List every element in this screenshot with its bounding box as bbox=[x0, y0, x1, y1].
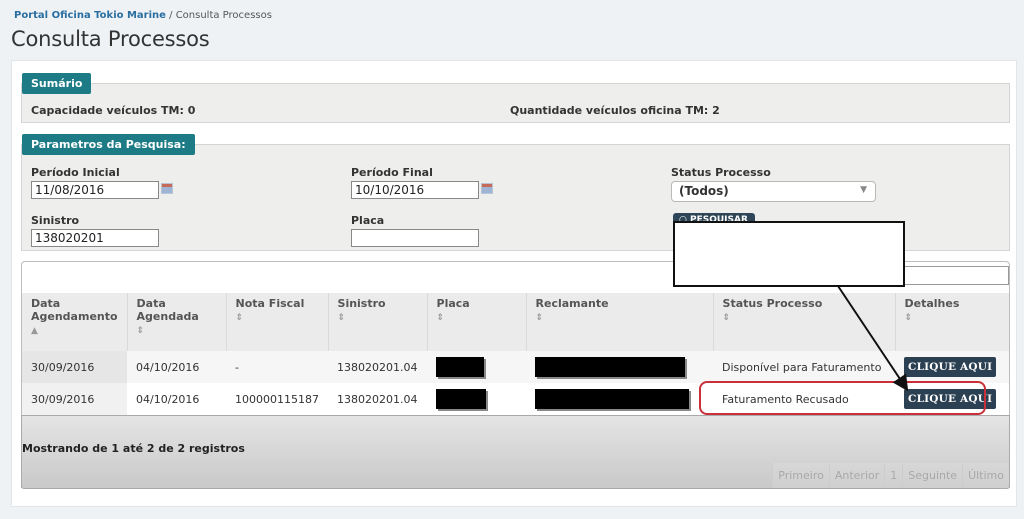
calendar-icon[interactable] bbox=[161, 183, 173, 194]
table-footer: Mostrando de 1 até 2 de 2 registros Prim… bbox=[21, 415, 1010, 489]
annotation-highlight bbox=[699, 381, 986, 415]
periodo-inicial-label: Período Inicial bbox=[31, 166, 120, 179]
breadcrumb-separator: / bbox=[165, 10, 176, 21]
cell-data-agendamento: 30/09/2016 bbox=[22, 383, 128, 415]
column-header-nota-fiscal[interactable]: Nota Fiscal ⇕ bbox=[226, 293, 329, 351]
cell-nota-fiscal: 100000115187 bbox=[226, 383, 329, 415]
sort-icon: ⇕ bbox=[722, 313, 731, 323]
status-processo-select[interactable]: (Todos) ▼ bbox=[671, 181, 876, 202]
cell-placa bbox=[427, 351, 527, 383]
capacidade-veiculos: Capacidade veículos TM: 0 bbox=[31, 104, 195, 117]
placa-input[interactable] bbox=[351, 229, 479, 247]
sort-icon: ⇕ bbox=[235, 313, 244, 323]
redacted-reclamante bbox=[535, 357, 686, 377]
column-header-placa[interactable]: Placa ⇕ bbox=[427, 293, 527, 351]
column-header-reclamante[interactable]: Reclamante ⇕ bbox=[526, 293, 714, 351]
chevron-down-icon: ▼ bbox=[860, 185, 867, 195]
capacidade-value: 0 bbox=[187, 104, 196, 117]
quantidade-label: Quantidade veículos oficina TM: bbox=[510, 104, 709, 117]
records-info: Mostrando de 1 até 2 de 2 registros bbox=[22, 442, 245, 455]
redacted-placa bbox=[436, 357, 485, 377]
periodo-final-label: Período Final bbox=[351, 166, 433, 179]
periodo-inicial-input[interactable]: 11/08/2016 bbox=[31, 181, 159, 199]
pagination-first[interactable]: Primeiro bbox=[772, 463, 829, 488]
calendar-icon[interactable] bbox=[481, 183, 493, 194]
cell-reclamante bbox=[526, 351, 714, 383]
sort-icon: ⇕ bbox=[535, 313, 544, 323]
pagination-page[interactable]: 1 bbox=[884, 463, 903, 488]
redacted-placa bbox=[436, 389, 487, 409]
cell-sinistro: 138020201.04 bbox=[328, 383, 428, 415]
annotation-callout bbox=[673, 221, 905, 287]
cell-data-agendamento: 30/09/2016 bbox=[22, 351, 128, 383]
sinistro-label: Sinistro bbox=[31, 214, 80, 227]
column-header-data-agendamento[interactable]: Data Agendamento ▲ bbox=[22, 293, 128, 351]
sinistro-input[interactable]: 138020201 bbox=[31, 229, 159, 247]
sort-icon: ⇕ bbox=[337, 313, 346, 323]
breadcrumb: Portal Oficina Tokio Marine / Consulta P… bbox=[14, 10, 272, 21]
periodo-final-input[interactable]: 10/10/2016 bbox=[351, 181, 479, 199]
sort-icon: ⇕ bbox=[136, 326, 145, 336]
quantidade-value: 2 bbox=[712, 104, 720, 117]
table-header-row: Data Agendamento ▲ Data Agendada ⇕ Nota Fi… bbox=[22, 293, 1009, 351]
pagination-next[interactable]: Seguinte bbox=[902, 463, 963, 488]
breadcrumb-current: Consulta Processos bbox=[175, 10, 272, 21]
table-row: 30/09/2016 04/10/2016 - 138020201.04 Dis… bbox=[22, 351, 1009, 383]
cell-nota-fiscal: - bbox=[226, 351, 329, 383]
cell-status: Disponível para Faturamento bbox=[713, 351, 896, 383]
sort-asc-icon: ▲ bbox=[31, 326, 38, 336]
column-header-data-agendada[interactable]: Data Agendada ⇕ bbox=[127, 293, 227, 351]
placa-label: Placa bbox=[351, 214, 385, 227]
breadcrumb-home-link[interactable]: Portal Oficina Tokio Marine bbox=[14, 10, 166, 21]
cell-reclamante bbox=[526, 383, 714, 415]
sort-icon: ⇕ bbox=[904, 313, 913, 323]
cell-detalhes: CLIQUE AQUI bbox=[895, 351, 1009, 383]
sumario-legend: Sumário bbox=[22, 73, 92, 94]
clique-aqui-button[interactable]: CLIQUE AQUI bbox=[904, 357, 997, 377]
pagination: Primeiro Anterior 1 Seguinte Último bbox=[772, 463, 1009, 488]
quantidade-veiculos: Quantidade veículos oficina TM: 2 bbox=[510, 104, 720, 117]
page-title: Consulta Processos bbox=[11, 27, 210, 51]
cell-placa bbox=[427, 383, 527, 415]
cell-data-agendada: 04/10/2016 bbox=[127, 383, 227, 415]
column-header-status-processo[interactable]: Status Processo ⇕ bbox=[713, 293, 896, 351]
sumario-panel: Sumário Capacidade veículos TM: 0 Quanti… bbox=[21, 73, 1010, 123]
sort-icon: ⇕ bbox=[436, 313, 445, 323]
column-header-sinistro[interactable]: Sinistro ⇕ bbox=[328, 293, 428, 351]
column-header-detalhes[interactable]: Detalhes ⇕ bbox=[895, 293, 1009, 351]
pagination-last[interactable]: Último bbox=[962, 463, 1009, 488]
params-legend: Parametros da Pesquisa: bbox=[22, 134, 195, 155]
cell-data-agendada: 04/10/2016 bbox=[127, 351, 227, 383]
pagination-previous[interactable]: Anterior bbox=[828, 463, 885, 488]
redacted-reclamante bbox=[535, 389, 690, 409]
capacidade-label: Capacidade veículos TM: bbox=[31, 104, 184, 117]
status-selected-value: (Todos) bbox=[679, 184, 729, 198]
cell-sinistro: 138020201.04 bbox=[328, 351, 428, 383]
status-processo-label: Status Processo bbox=[671, 166, 771, 179]
